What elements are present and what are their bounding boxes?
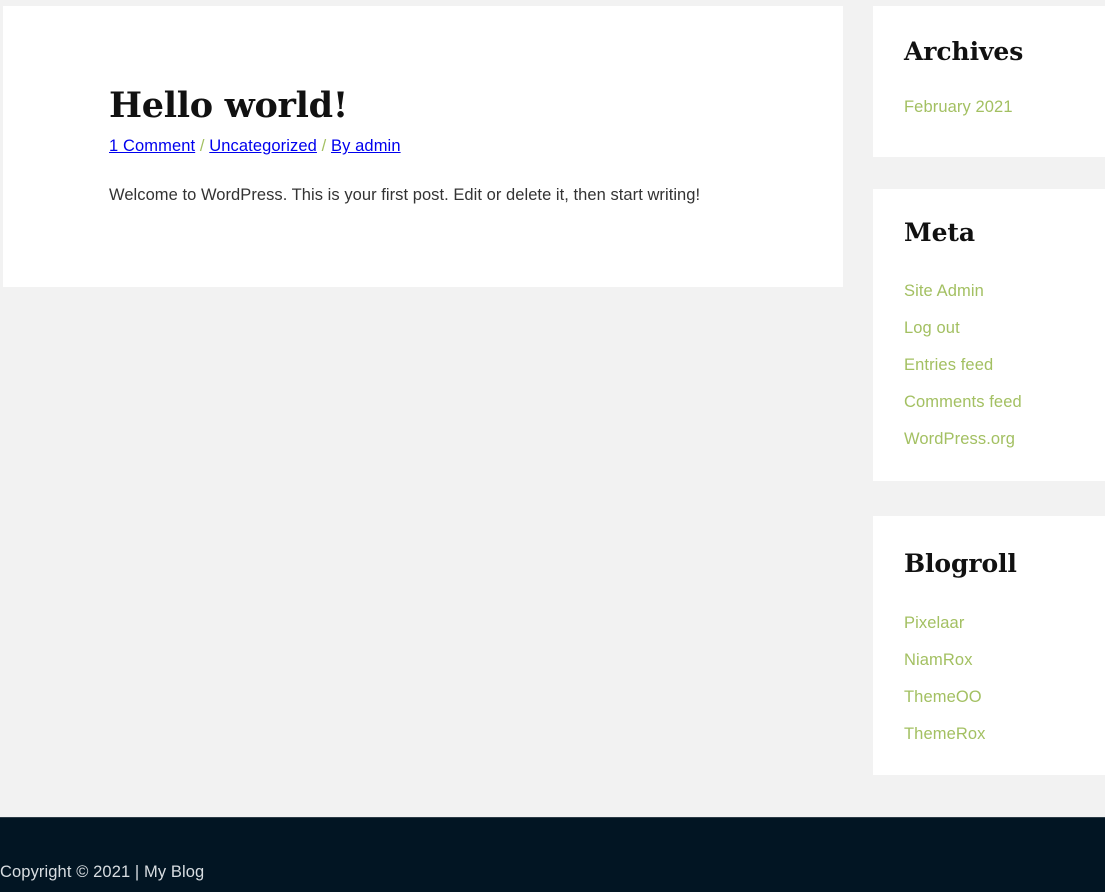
meta-separator-2: / (316, 137, 332, 156)
list-item: ThemeRox (904, 716, 1085, 753)
footer-copyright: Copyright © 2021 | My Blog (0, 863, 205, 881)
list-item: Site Admin (904, 273, 1085, 310)
blogroll-list: Pixelaar NiamRox ThemeOO ThemeRox (904, 605, 1085, 753)
meta-link-log-out[interactable]: Log out (904, 319, 960, 337)
sidebar-widget-blogroll: Blogroll Pixelaar NiamRox ThemeOO ThemeR… (873, 516, 1105, 775)
meta-link-comments-feed[interactable]: Comments feed (904, 393, 1022, 411)
blogroll-link-themerox[interactable]: ThemeRox (904, 725, 986, 743)
widget-title-blogroll: Blogroll (904, 549, 1017, 578)
list-item: Pixelaar (904, 605, 1085, 642)
widget-title-meta: Meta (904, 218, 975, 247)
meta-link-wordpress-org[interactable]: WordPress.org (904, 430, 1015, 448)
page-title: Hello world! (109, 85, 348, 126)
post-meta-line: 1 Comment / Uncategorized / By admin (109, 136, 783, 157)
meta-link-site-admin[interactable]: Site Admin (904, 282, 984, 300)
meta-link-entries-feed[interactable]: Entries feed (904, 356, 993, 374)
list-item: WordPress.org (904, 421, 1085, 458)
archives-list: February 2021 (904, 89, 1085, 126)
list-item: February 2021 (904, 89, 1085, 126)
post-comments-link[interactable]: 1 Comment (109, 137, 195, 155)
list-item: Comments feed (904, 384, 1085, 421)
blogroll-link-themeoo[interactable]: ThemeOO (904, 688, 982, 706)
post-content-wrapper: Hello world! 1 Comment / Uncategorized /… (109, 85, 783, 209)
list-item: Entries feed (904, 347, 1085, 384)
list-item: NiamRox (904, 642, 1085, 679)
meta-list: Site Admin Log out Entries feed Comments… (904, 273, 1085, 458)
meta-separator-1: / (195, 137, 210, 156)
list-item: Log out (904, 310, 1085, 347)
blogroll-link-pixelaar[interactable]: Pixelaar (904, 614, 964, 632)
post-category-link[interactable]: Uncategorized (209, 137, 317, 155)
blogroll-link-niamrox[interactable]: NiamRox (904, 651, 973, 669)
sidebar-widget-meta: Meta Site Admin Log out Entries feed Com… (873, 189, 1105, 481)
post-article-card: Hello world! 1 Comment / Uncategorized /… (3, 6, 843, 287)
archive-link-february-2021[interactable]: February 2021 (904, 98, 1013, 116)
post-body-text: Welcome to WordPress. This is your first… (109, 185, 701, 204)
post-author-link[interactable]: By admin (331, 137, 401, 155)
sidebar-widget-archives: Archives February 2021 (873, 6, 1105, 157)
page-root: Hello world! 1 Comment / Uncategorized /… (0, 0, 1105, 892)
site-footer: Copyright © 2021 | My Blog (0, 817, 1105, 892)
widget-title-archives: Archives (904, 37, 1024, 66)
list-item: ThemeOO (904, 679, 1085, 716)
